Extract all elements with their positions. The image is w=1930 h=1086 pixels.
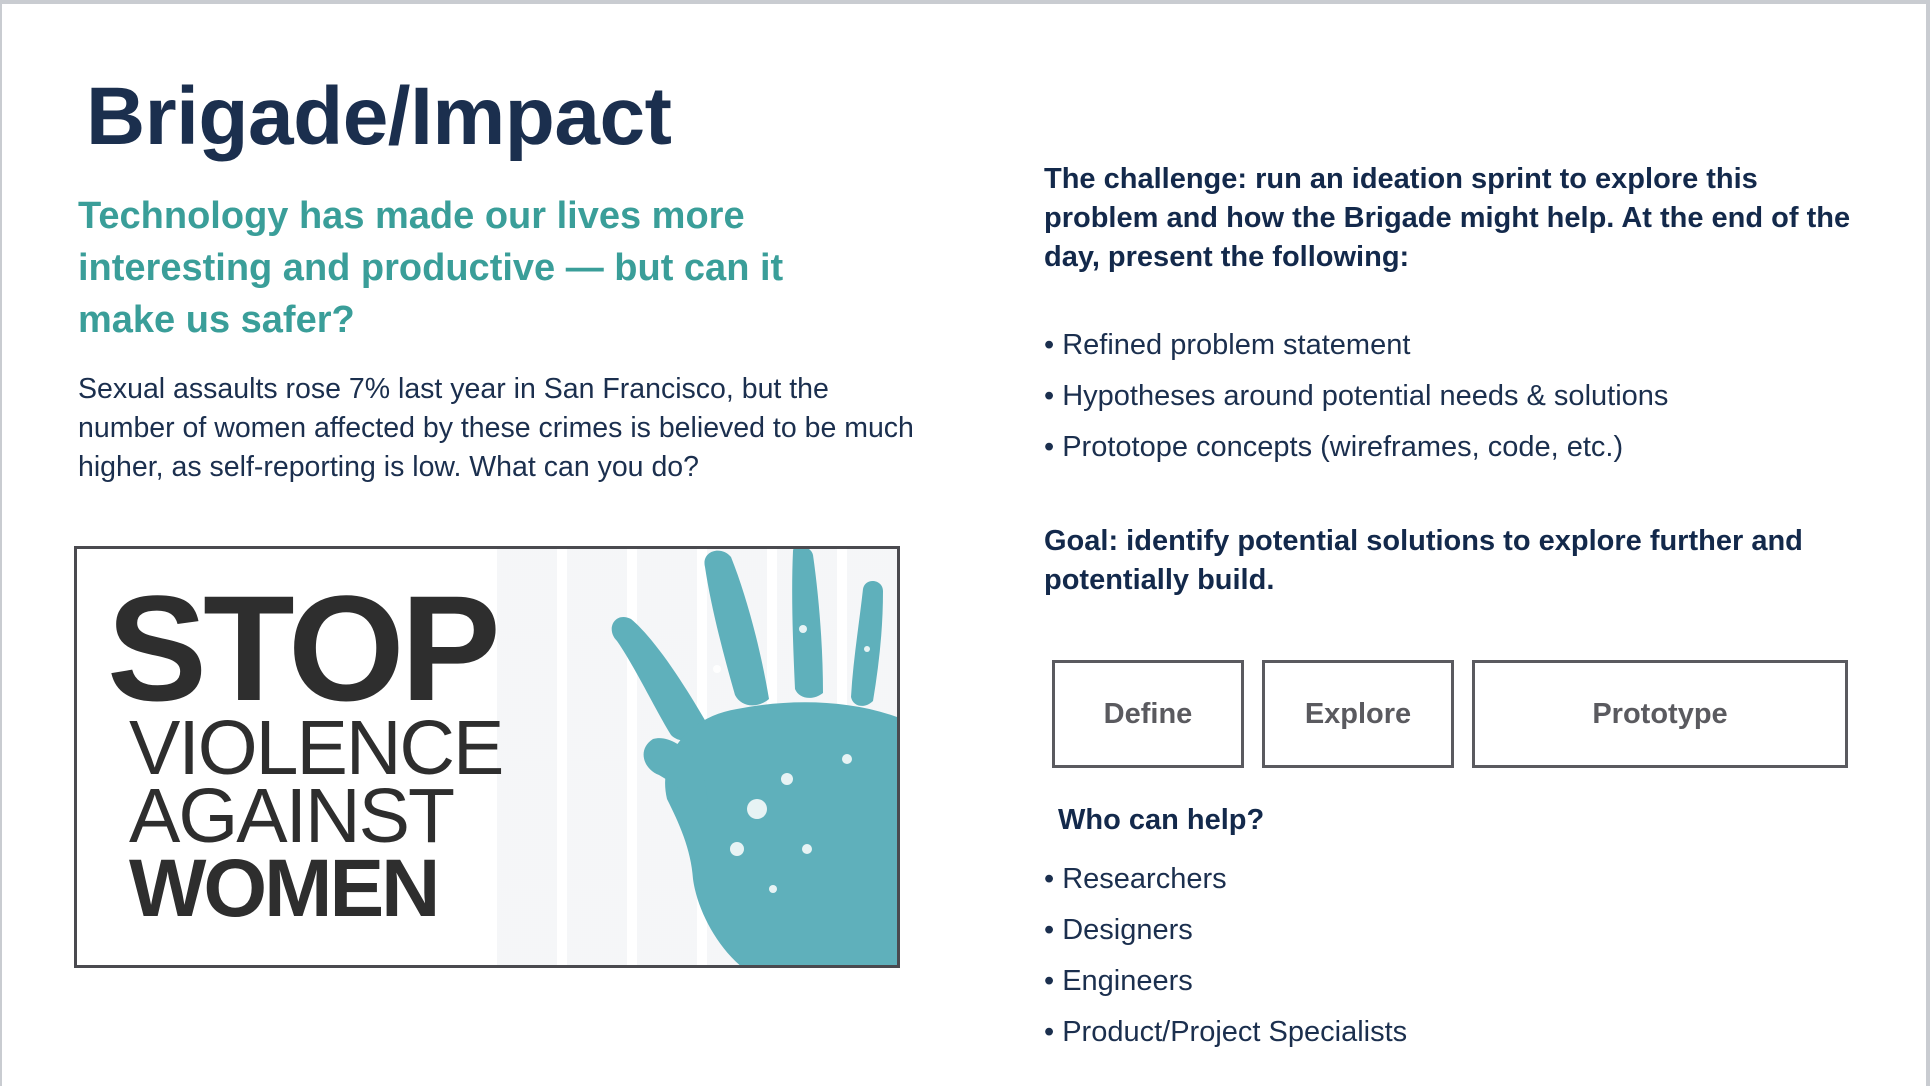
- goal-statement: Goal: identify potential solutions to ex…: [1044, 525, 1803, 596]
- slide-body-text: Sexual assaults rose 7% last year in San…: [78, 373, 914, 483]
- stop-violence-poster-image: STOP VIOLENCE AGAINST WOMEN: [74, 546, 900, 968]
- helpers-list: • Researchers • Designers • Engineers • …: [1044, 854, 1407, 1058]
- deliverables-list: • Refined problem statement • Hypotheses…: [1044, 320, 1668, 473]
- who-can-help-heading: Who can help?: [1058, 804, 1265, 836]
- slide: Brigade/Impact Technology has made our l…: [2, 4, 1926, 1086]
- list-item: • Hypotheses around potential needs & so…: [1044, 380, 1669, 412]
- poster-line-stop: STOP: [107, 564, 501, 732]
- handprint-icon: [611, 549, 897, 965]
- list-item: • Prototope concepts (wireframes, code, …: [1044, 431, 1624, 463]
- list-item: • Designers: [1044, 914, 1193, 946]
- slide-title: Brigade/Impact: [86, 71, 672, 162]
- phase-box-define: Define: [1052, 660, 1244, 768]
- list-item: • Refined problem statement: [1044, 329, 1411, 361]
- poster-line-women: WOMEN: [129, 843, 440, 934]
- list-item: • Engineers: [1044, 965, 1193, 997]
- list-item: • Researchers: [1044, 863, 1227, 895]
- phase-box-prototype: Prototype: [1472, 660, 1848, 768]
- challenge-statement: The challenge: run an ideation sprint to…: [1044, 163, 1851, 273]
- slide-subtitle: Technology has made our lives more inter…: [78, 195, 784, 341]
- phase-box-explore: Explore: [1262, 660, 1454, 768]
- list-item: • Product/Project Specialists: [1044, 1016, 1408, 1048]
